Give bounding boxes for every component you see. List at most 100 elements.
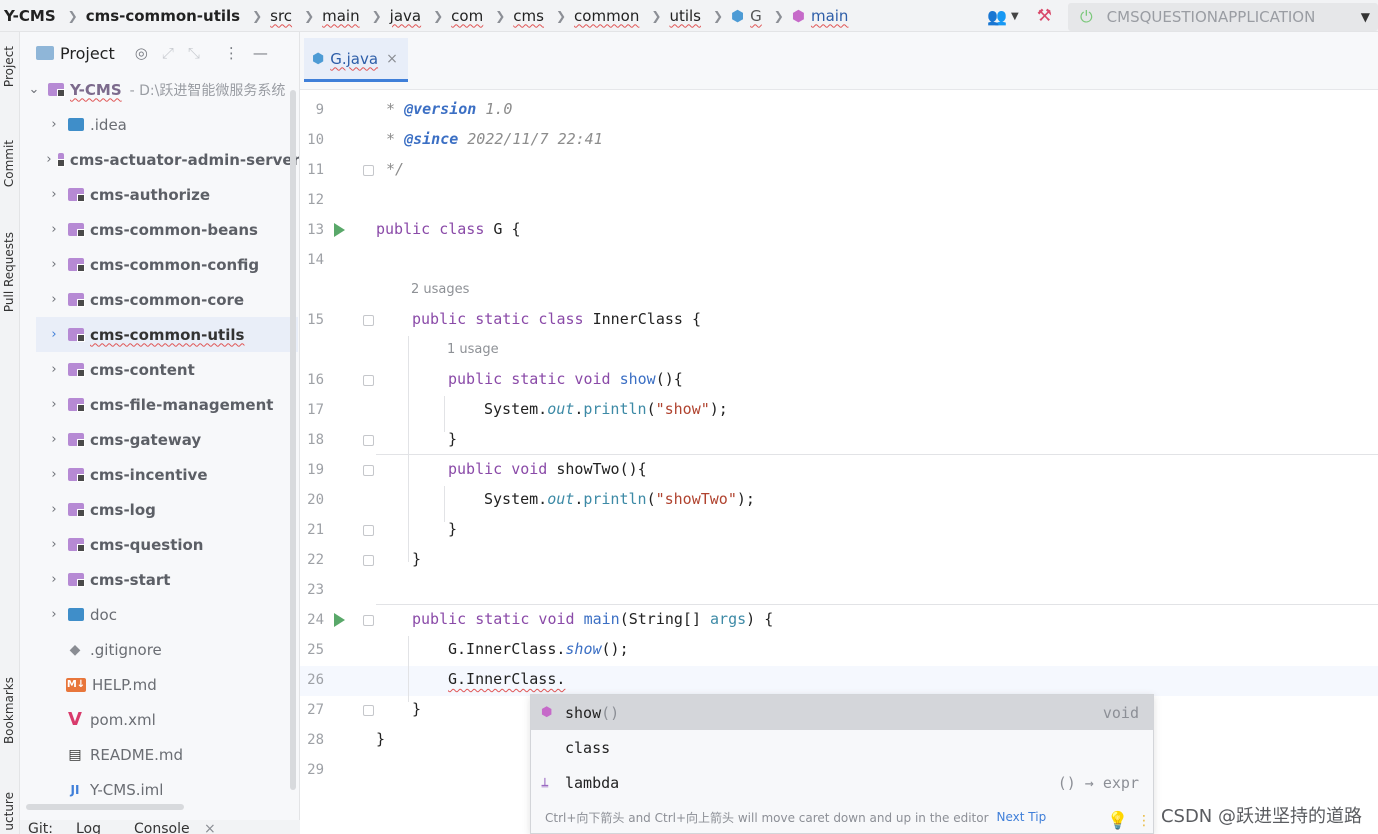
- horizontal-scrollbar[interactable]: [26, 804, 184, 810]
- chevron-right-icon[interactable]: ›: [46, 152, 52, 167]
- tree-item[interactable]: JI Y-CMS.iml: [20, 772, 299, 807]
- close-icon[interactable]: ×: [386, 51, 398, 67]
- hide-panel-icon[interactable]: —: [253, 44, 268, 62]
- chevron-right-icon[interactable]: ›: [46, 362, 62, 377]
- git-tab[interactable]: Git:: [28, 821, 53, 834]
- usages-hint[interactable]: 1 usage: [447, 342, 499, 357]
- tree-item-label: cms-common-beans: [90, 220, 258, 239]
- watermark: CSDN @跃进坚持的道路: [1160, 806, 1362, 827]
- fold-marker[interactable]: [363, 555, 374, 566]
- tree-item[interactable]: › doc: [20, 597, 299, 632]
- tree-item[interactable]: › cms-start: [20, 562, 299, 597]
- pull-requests-tool-button[interactable]: Pull Requests: [2, 232, 16, 312]
- chevron-down-icon[interactable]: ⌄: [26, 82, 42, 97]
- chevron-right-icon[interactable]: ›: [46, 397, 62, 412]
- fold-marker[interactable]: [363, 705, 374, 716]
- close-icon[interactable]: ×: [204, 821, 216, 834]
- expand-all-icon[interactable]: ⤢: [162, 44, 174, 62]
- chevron-down-icon[interactable]: ▼: [1011, 11, 1019, 22]
- chevron-right-icon[interactable]: ›: [46, 257, 62, 272]
- tree-item[interactable]: › cms-file-management: [20, 387, 299, 422]
- collapse-all-icon[interactable]: ⤡: [188, 44, 200, 62]
- chevron-right-icon[interactable]: ›: [46, 537, 62, 552]
- tree-root[interactable]: ⌄ Y-CMS - D:\跃进智能微服务系统: [20, 72, 299, 107]
- run-main-icon[interactable]: [334, 613, 345, 627]
- crumb-project[interactable]: Y-CMS: [4, 0, 56, 32]
- tree-item[interactable]: › cms-common-core: [20, 282, 299, 317]
- tree-item[interactable]: M↓ HELP.md: [20, 667, 299, 702]
- tree-item[interactable]: › cms-authorize: [20, 177, 299, 212]
- crumb-method[interactable]: ⬢ main: [792, 0, 849, 32]
- chevron-right-icon[interactable]: ›: [46, 502, 62, 517]
- tree-item[interactable]: › cms-common-config: [20, 247, 299, 282]
- chevron-right-icon: ❯: [252, 8, 263, 23]
- tree-item[interactable]: › cms-log: [20, 492, 299, 527]
- crumb-src[interactable]: src: [270, 0, 292, 32]
- completion-label: show: [565, 703, 602, 722]
- tree-item[interactable]: › cms-actuator-admin-server: [20, 142, 299, 177]
- module-folder-icon: [68, 328, 85, 342]
- more-options-icon[interactable]: ⋮: [1137, 813, 1151, 829]
- code-line-20: System.out.println("showTwo");: [484, 490, 755, 508]
- run-class-icon[interactable]: [334, 223, 345, 237]
- tree-item[interactable]: ◆ .gitignore: [20, 632, 299, 667]
- code-line-26[interactable]: G.InnerClass.: [448, 670, 565, 688]
- fold-marker[interactable]: [363, 465, 374, 476]
- chevron-right-icon[interactable]: ›: [46, 117, 62, 132]
- tree-item[interactable]: › cms-gateway: [20, 422, 299, 457]
- usages-hint[interactable]: 2 usages: [411, 282, 469, 297]
- bookmarks-tool-button[interactable]: Bookmarks: [2, 677, 16, 744]
- crumb-main[interactable]: main: [322, 0, 359, 32]
- bulb-icon[interactable]: 💡: [1107, 811, 1128, 831]
- completion-item-show[interactable]: ⬢ show() void: [531, 695, 1153, 730]
- commit-tool-button[interactable]: Commit: [2, 140, 16, 187]
- tree-item-selected[interactable]: › cms-common-utils: [36, 317, 298, 352]
- crumb-class[interactable]: ⬢ G: [731, 0, 762, 32]
- line-number: 26: [307, 672, 324, 688]
- chevron-right-icon[interactable]: ›: [46, 467, 62, 482]
- tree-item[interactable]: › cms-incentive: [20, 457, 299, 492]
- crumb-utils[interactable]: utils: [669, 0, 701, 32]
- crumb-cms[interactable]: cms: [513, 0, 544, 32]
- completion-item-class[interactable]: class: [531, 730, 1153, 765]
- users-icon[interactable]: 👥: [987, 7, 1007, 26]
- completion-item-lambda[interactable]: ⍊ lambda () → expr: [531, 765, 1153, 800]
- console-tab[interactable]: Console: [134, 821, 190, 834]
- fold-marker[interactable]: [363, 375, 374, 386]
- crumb-com[interactable]: com: [451, 0, 483, 32]
- crumb-java[interactable]: java: [390, 0, 421, 32]
- build-hammer-icon[interactable]: ⚒: [1037, 6, 1052, 26]
- fold-marker[interactable]: [363, 615, 374, 626]
- log-tab[interactable]: Log: [76, 821, 101, 834]
- project-panel-title[interactable]: Project: [60, 44, 115, 63]
- module-folder-icon: [68, 468, 85, 482]
- fold-marker[interactable]: [363, 525, 374, 536]
- project-tool-button[interactable]: Project: [2, 46, 16, 87]
- tree-item[interactable]: › cms-content: [20, 352, 299, 387]
- more-options-icon[interactable]: ⋮: [224, 44, 239, 62]
- chevron-right-icon[interactable]: ›: [46, 432, 62, 447]
- tree-item[interactable]: Vpom.xml: [20, 702, 299, 737]
- fold-marker[interactable]: [363, 315, 374, 326]
- fold-marker[interactable]: [363, 435, 374, 446]
- chevron-right-icon[interactable]: ›: [46, 607, 62, 622]
- tree-item[interactable]: › .idea: [20, 107, 299, 142]
- tree-item[interactable]: ▤ README.md: [20, 737, 299, 772]
- crumb-common[interactable]: common: [574, 0, 639, 32]
- tab-g-java[interactable]: ⬢ G.java ×: [304, 38, 408, 82]
- crumb-module[interactable]: cms-common-utils: [86, 0, 240, 32]
- tree-item-label: cms-start: [90, 570, 171, 589]
- chevron-right-icon[interactable]: ›: [46, 292, 62, 307]
- tree-item[interactable]: › cms-question: [20, 527, 299, 562]
- vertical-scrollbar[interactable]: [290, 90, 296, 790]
- next-tip-link[interactable]: Next Tip: [997, 810, 1047, 824]
- structure-tool-button[interactable]: ucture: [2, 792, 16, 831]
- chevron-right-icon[interactable]: ›: [46, 572, 62, 587]
- fold-marker[interactable]: [363, 165, 374, 176]
- chevron-right-icon[interactable]: ›: [46, 222, 62, 237]
- run-config-selector[interactable]: ⏻ CMSQUESTIONAPPLICATION ▼: [1068, 3, 1378, 31]
- target-icon[interactable]: ◎: [135, 44, 148, 62]
- tree-item[interactable]: › cms-common-beans: [20, 212, 299, 247]
- chevron-right-icon[interactable]: ›: [46, 327, 62, 342]
- chevron-right-icon[interactable]: ›: [46, 187, 62, 202]
